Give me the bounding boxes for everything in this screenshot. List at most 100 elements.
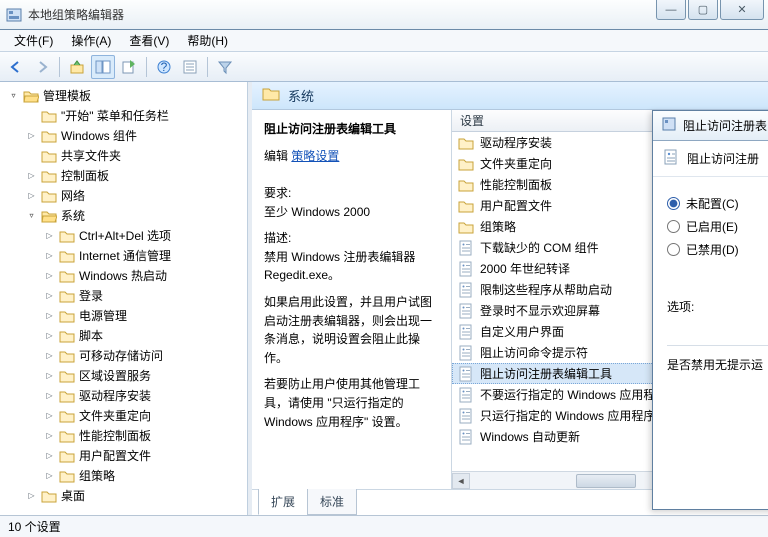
- svg-text:?: ?: [161, 60, 168, 74]
- edit-label: 编辑: [264, 149, 288, 163]
- list-item-label: 组策略: [480, 218, 516, 235]
- tree-item[interactable]: Windows 热启动: [42, 266, 245, 286]
- help-button[interactable]: ?: [152, 55, 176, 79]
- tree-leaf-icon: [44, 391, 55, 402]
- export-button[interactable]: [117, 55, 141, 79]
- radio-enabled-label[interactable]: 已启用(E): [686, 218, 738, 235]
- tree-item[interactable]: 电源管理: [42, 306, 245, 326]
- policy-icon: [458, 240, 474, 256]
- tree-leaf-icon: [44, 331, 55, 342]
- tree-item-label: 桌面: [61, 487, 85, 505]
- tree-item[interactable]: 驱动程序安装: [42, 386, 245, 406]
- tree-expander-icon[interactable]: [8, 91, 19, 102]
- folder-icon: [458, 198, 474, 214]
- tree-item[interactable]: 登录: [42, 286, 245, 306]
- folder-icon: [41, 189, 57, 203]
- tree-leaf-icon: [44, 291, 55, 302]
- tree-item[interactable]: "开始" 菜单和任务栏: [24, 106, 245, 126]
- policy-icon: [458, 282, 474, 298]
- radio-not-configured-label[interactable]: 未配置(C): [686, 195, 739, 212]
- options-label: 选项:: [667, 298, 768, 315]
- options-box: 是否禁用无提示运: [667, 345, 768, 373]
- maximize-button[interactable]: ▢: [688, 0, 718, 20]
- tree-leaf-icon: [44, 311, 55, 322]
- window-title: 本地组策略编辑器: [28, 6, 762, 23]
- tree-item[interactable]: 性能控制面板: [42, 426, 245, 446]
- tree-item-label: 控制面板: [61, 167, 109, 185]
- radio-not-configured[interactable]: [667, 197, 680, 210]
- tree-expander-icon[interactable]: [26, 191, 37, 202]
- radio-disabled[interactable]: [667, 243, 680, 256]
- properties-button[interactable]: [178, 55, 202, 79]
- policy-icon: [458, 408, 474, 424]
- tree-leaf-icon: [44, 411, 55, 422]
- tree-item[interactable]: 控制面板: [24, 166, 245, 186]
- scroll-thumb[interactable]: [576, 474, 636, 488]
- tab-standard[interactable]: 标准: [307, 489, 357, 515]
- toolbar-sep: [146, 57, 147, 77]
- tree-item[interactable]: 组策略: [42, 466, 245, 486]
- tree-expander-icon[interactable]: [26, 211, 37, 222]
- filter-button[interactable]: [213, 55, 237, 79]
- up-button[interactable]: [65, 55, 89, 79]
- tree-expander-icon[interactable]: [26, 491, 37, 502]
- tree-item-label: 电源管理: [79, 307, 127, 325]
- menu-file[interactable]: 文件(F): [6, 30, 61, 51]
- tab-extended[interactable]: 扩展: [258, 489, 308, 515]
- folder-icon: [41, 209, 57, 223]
- edit-policy-link[interactable]: 策略设置: [291, 147, 339, 164]
- radio-disabled-label[interactable]: 已禁用(D): [686, 241, 739, 258]
- tree-item-label: 共享文件夹: [61, 147, 121, 165]
- tree-item[interactable]: 共享文件夹: [24, 146, 245, 166]
- tree-item[interactable]: 网络: [24, 186, 245, 206]
- menu-action[interactable]: 操作(A): [63, 30, 119, 51]
- minimize-button[interactable]: —: [656, 0, 686, 20]
- tree-item-label: "开始" 菜单和任务栏: [61, 107, 169, 125]
- scroll-left-button[interactable]: ◄: [452, 473, 470, 489]
- tree-item[interactable]: 桌面: [24, 486, 245, 506]
- policy-title: 阻止访问注册表编辑工具: [264, 120, 439, 137]
- menu-help[interactable]: 帮助(H): [179, 30, 236, 51]
- tree-pane[interactable]: 管理模板 "开始" 菜单和任务栏Windows 组件共享文件夹控制面板网络系统Ct…: [0, 82, 248, 515]
- tree-item[interactable]: 区域设置服务: [42, 366, 245, 386]
- tree-item[interactable]: Ctrl+Alt+Del 选项: [42, 226, 245, 246]
- tree-item[interactable]: 可移动存储访问: [42, 346, 245, 366]
- radio-enabled[interactable]: [667, 220, 680, 233]
- tree-expander-icon[interactable]: [26, 131, 37, 142]
- folder-icon: [59, 369, 75, 383]
- menu-view[interactable]: 查看(V): [121, 30, 177, 51]
- tree-item[interactable]: 文件夹重定向: [42, 406, 245, 426]
- toolbar-sep: [207, 57, 208, 77]
- folder-icon: [41, 149, 57, 163]
- req-label: 要求:: [264, 186, 291, 200]
- tree-item-label: 区域设置服务: [79, 367, 151, 385]
- dialog-sub-text: 阻止访问注册: [687, 150, 759, 167]
- tree-item[interactable]: 脚本: [42, 326, 245, 346]
- tree-item-label: 性能控制面板: [79, 427, 151, 445]
- tree-item-label: 登录: [79, 287, 103, 305]
- right-header-title: 系统: [288, 86, 314, 105]
- close-button[interactable]: ✕: [720, 0, 764, 20]
- desc-label: 描述:: [264, 231, 291, 245]
- tree-leaf-icon: [44, 431, 55, 442]
- tree-item[interactable]: 管理模板: [6, 86, 245, 106]
- folder-icon: [458, 135, 474, 151]
- tree-item-label: 管理模板: [43, 87, 91, 105]
- tree-item[interactable]: 系统: [24, 206, 245, 226]
- nav-forward-button[interactable]: [30, 55, 54, 79]
- nav-back-button[interactable]: [4, 55, 28, 79]
- folder-icon: [59, 289, 75, 303]
- tree-item[interactable]: Windows 组件: [24, 126, 245, 146]
- folder-icon: [59, 349, 75, 363]
- dialog-titlebar[interactable]: 阻止访问注册表: [653, 111, 768, 141]
- desc-p3: 若要防止用户使用其他管理工具，请使用 "只运行指定的 Windows 应用程序"…: [264, 375, 439, 431]
- dialog-subheader: 阻止访问注册: [653, 141, 768, 177]
- show-tree-button[interactable]: [91, 55, 115, 79]
- tree-leaf-icon: [44, 471, 55, 482]
- tree-item-label: 用户配置文件: [79, 447, 151, 465]
- tree-expander-icon[interactable]: [26, 171, 37, 182]
- tree-item[interactable]: 用户配置文件: [42, 446, 245, 466]
- policy-icon: [458, 429, 474, 445]
- tree-item[interactable]: Internet 通信管理: [42, 246, 245, 266]
- dialog-icon: [661, 116, 677, 135]
